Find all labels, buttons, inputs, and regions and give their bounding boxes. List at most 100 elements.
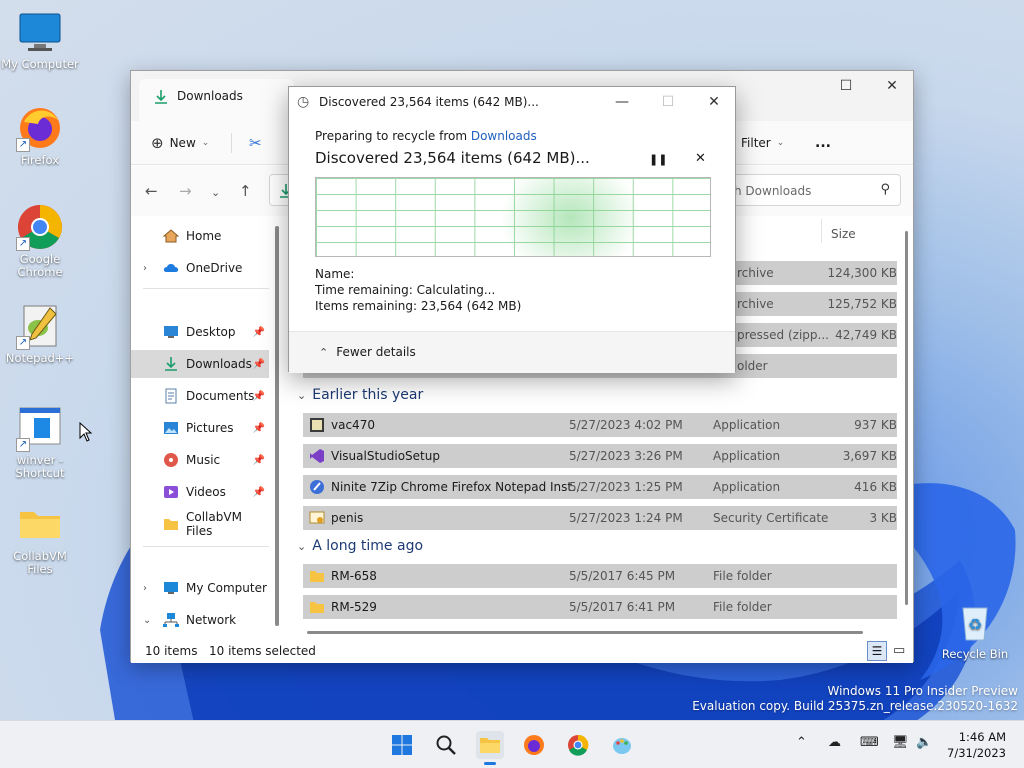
network-status-icon[interactable]: 🖥 [892, 735, 909, 750]
show-hidden-icons-chevron-icon[interactable]: ⌃ [796, 735, 807, 750]
dialog-maximize-button: ☐ [661, 94, 675, 110]
visual-studio-icon [309, 448, 325, 464]
recent-locations-chevron-icon[interactable]: ⌄ [211, 186, 220, 199]
keyboard-icon[interactable]: ⌨ [860, 735, 879, 750]
sidebar-item-home[interactable]: Home [131, 222, 269, 250]
download-arrow-icon [153, 89, 169, 105]
taskbar-paint[interactable] [608, 731, 636, 759]
table-row[interactable]: VisualStudioSetup 5/27/2023 3:26 PM Appl… [303, 444, 897, 468]
chevron-right-icon[interactable]: › [143, 263, 147, 274]
monitor-icon [163, 580, 179, 596]
sidebar-item-collabvm-files[interactable]: CollabVM Files [131, 510, 269, 538]
group-header-a-long-time-ago[interactable]: ⌄ A long time ago [297, 538, 423, 554]
pin-icon: 📌 [252, 454, 265, 466]
system-clock[interactable]: 1:46 AM 7/31/2023 [947, 729, 1006, 761]
search-button[interactable] [432, 731, 460, 759]
volume-icon[interactable]: 🔈 [916, 735, 932, 750]
folder-icon [16, 500, 64, 548]
sidebar-item-network[interactable]: ⌄ Network [131, 606, 269, 634]
progress-heading: Discovered 23,564 items (642 MB)... [315, 149, 590, 167]
downloads-link[interactable]: Downloads [471, 129, 537, 143]
taskbar-file-explorer[interactable] [476, 731, 504, 765]
forward-arrow-icon[interactable]: → [179, 182, 192, 200]
sidebar-item-videos[interactable]: Videos 📌 [131, 478, 269, 506]
video-icon [163, 484, 179, 500]
taskbar-chrome[interactable] [564, 731, 592, 759]
sidebar-item-music[interactable]: Music 📌 [131, 446, 269, 474]
sidebar-divider [143, 546, 269, 547]
tab-downloads[interactable]: Downloads [139, 79, 294, 121]
sidebar-item-documents[interactable]: Documents 📌 [131, 382, 269, 410]
chevron-down-icon: ⌄ [776, 138, 785, 148]
more-options-button[interactable]: ... [815, 130, 831, 156]
recycle-bin-icon: ♻ [951, 598, 999, 646]
shortcut-arrow-icon: ↗ [16, 438, 30, 452]
group-header-earlier-this-year[interactable]: ⌄ Earlier this year [297, 387, 423, 403]
chevron-right-icon[interactable]: › [143, 583, 147, 594]
chevron-down-icon[interactable]: ⌄ [143, 615, 151, 626]
table-row[interactable]: Ninite 7Zip Chrome Firefox Notepad Inst.… [303, 475, 897, 499]
search-icon: ⚲ [880, 182, 890, 197]
content-vertical-scrollbar[interactable] [905, 231, 908, 605]
home-icon [162, 228, 180, 244]
search-input[interactable]: h Downloads ⚲ [725, 174, 901, 206]
document-icon [163, 388, 179, 404]
new-button[interactable]: ⊕ New ⌄ [151, 130, 209, 156]
status-bar: 10 items 10 items selected ☰ ▭ [131, 639, 913, 663]
desktop-icon-collabvm-files[interactable]: CollabVM Files [0, 500, 80, 576]
dialog-close-button[interactable]: ✕ [691, 87, 737, 117]
taskbar-firefox[interactable] [520, 731, 548, 759]
desktop-icon-firefox[interactable]: ↗ Firefox [0, 104, 80, 167]
pause-button[interactable]: ❚❚ [649, 153, 667, 166]
search-icon [436, 735, 456, 755]
start-button[interactable] [388, 731, 416, 759]
desktop-icon-chrome[interactable]: ↗ Google Chrome [0, 203, 80, 279]
table-row[interactable]: RM-529 5/5/2017 6:41 PM File folder [303, 595, 897, 619]
shortcut-arrow-icon: ↗ [16, 237, 30, 251]
pin-icon: 📌 [252, 358, 265, 370]
folder-icon [480, 738, 500, 753]
sidebar-item-downloads[interactable]: Downloads 📌 [131, 350, 269, 378]
filter-button[interactable]: Filter ⌄ [741, 130, 784, 156]
dialog-minimize-button[interactable]: — [599, 87, 645, 117]
sidebar-item-my-computer[interactable]: › My Computer [131, 574, 269, 602]
clock-icon: ◷ [297, 94, 310, 110]
column-header-size[interactable]: Size [831, 227, 856, 241]
onedrive-offline-icon[interactable]: ☁ [828, 735, 841, 750]
cut-button[interactable]: ✂ [249, 130, 262, 156]
explorer-close-button[interactable]: ✕ [869, 71, 915, 101]
plus-circle-icon: ⊕ [151, 134, 164, 152]
table-row[interactable]: RM-658 5/5/2017 6:45 PM File folder [303, 564, 897, 588]
up-arrow-icon[interactable]: ↑ [239, 182, 252, 200]
pin-icon: 📌 [252, 486, 265, 498]
desktop-icon-notepadpp[interactable]: ↗ Notepad++ [0, 302, 80, 365]
paint-palette-icon [613, 738, 631, 754]
pin-icon: 📌 [252, 390, 265, 402]
desktop-icon-my-computer[interactable]: My Computer [0, 8, 80, 71]
chevron-down-icon: ⌄ [297, 539, 307, 553]
mouse-cursor-icon [79, 422, 93, 442]
sidebar-item-desktop[interactable]: Desktop 📌 [131, 318, 269, 346]
desktop-icon-recycle-bin[interactable]: ♻ Recycle Bin [935, 598, 1015, 661]
picture-icon [163, 420, 179, 436]
chevron-up-icon: ⌃ [319, 345, 329, 359]
desktop-icon-winver[interactable]: ↗ winver - Shortcut [0, 404, 80, 480]
firefox-icon: ↗ [16, 104, 64, 152]
details-view-icon[interactable]: ☰ [867, 641, 887, 661]
network-icon [163, 612, 179, 628]
content-horizontal-scrollbar[interactable] [307, 631, 863, 634]
explorer-maximize-button[interactable]: ☐ [823, 71, 869, 101]
shortcut-arrow-icon: ↗ [16, 336, 30, 350]
application-icon [309, 417, 325, 433]
recycle-progress-dialog: ◷ Discovered 23,564 items (642 MB)... — … [288, 86, 737, 373]
tiles-view-icon[interactable]: ▭ [893, 643, 905, 658]
sidebar-scrollbar[interactable] [275, 226, 279, 626]
cancel-operation-button[interactable]: ✕ [695, 151, 706, 166]
sidebar-item-onedrive[interactable]: › OneDrive [131, 254, 269, 282]
back-arrow-icon[interactable]: ← [145, 182, 158, 200]
folder-icon [309, 599, 325, 615]
sidebar-item-pictures[interactable]: Pictures 📌 [131, 414, 269, 442]
fewer-details-button[interactable]: ⌃ Fewer details [319, 345, 416, 359]
table-row[interactable]: vac470 5/27/2023 4:02 PM Application 937… [303, 413, 897, 437]
table-row[interactable]: penis 5/27/2023 1:24 PM Security Certifi… [303, 506, 897, 530]
